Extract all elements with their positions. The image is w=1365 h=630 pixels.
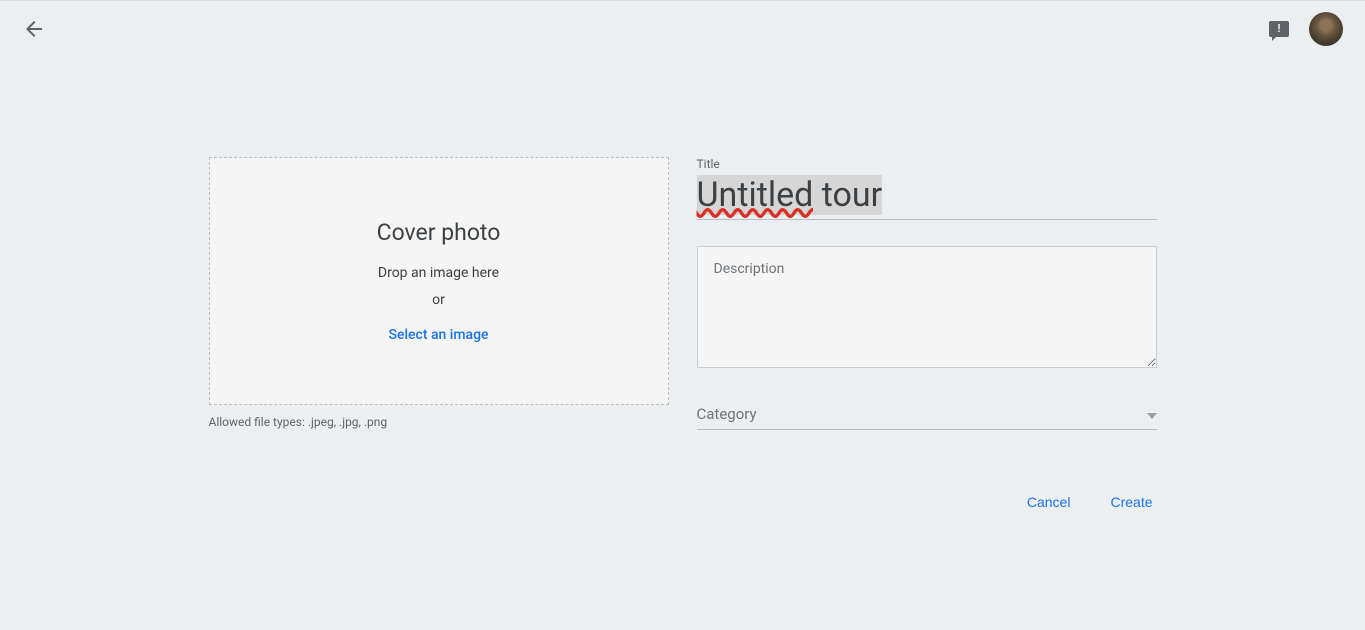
allowed-file-types: Allowed file types: .jpeg, .jpg, .png xyxy=(209,415,669,429)
description-input[interactable] xyxy=(697,246,1157,368)
title-field-group: Title Untitled tour xyxy=(697,157,1157,220)
title-value-selected: Untitled xyxy=(697,175,814,215)
header-right xyxy=(1269,12,1343,46)
form-panel: Title Untitled tour Category Cancel Crea… xyxy=(697,157,1157,518)
cover-photo-title: Cover photo xyxy=(377,219,501,246)
cover-photo-panel: Cover photo Drop an image here or Select… xyxy=(209,157,669,518)
title-value-plain: tour xyxy=(813,175,882,215)
or-text: or xyxy=(432,292,445,308)
category-select[interactable]: Category xyxy=(697,404,1157,430)
cover-photo-dropzone[interactable]: Cover photo Drop an image here or Select… xyxy=(209,157,669,405)
back-button[interactable] xyxy=(22,17,46,41)
category-label: Category xyxy=(697,405,757,423)
dropzone-text: Drop an image here or xyxy=(378,260,499,313)
title-input[interactable]: Untitled tour xyxy=(697,173,1157,220)
feedback-icon[interactable] xyxy=(1269,21,1289,37)
description-field-group xyxy=(697,246,1157,372)
header xyxy=(0,1,1365,57)
drop-text: Drop an image here xyxy=(378,265,499,281)
chevron-down-icon xyxy=(1147,404,1157,423)
cancel-button[interactable]: Cancel xyxy=(1023,486,1075,518)
avatar[interactable] xyxy=(1309,12,1343,46)
create-button[interactable]: Create xyxy=(1106,486,1156,518)
arrow-back-icon xyxy=(22,17,46,41)
title-label: Title xyxy=(697,157,1157,171)
main-content: Cover photo Drop an image here or Select… xyxy=(0,57,1365,518)
select-image-link[interactable]: Select an image xyxy=(388,327,488,343)
actions: Cancel Create xyxy=(697,486,1157,518)
